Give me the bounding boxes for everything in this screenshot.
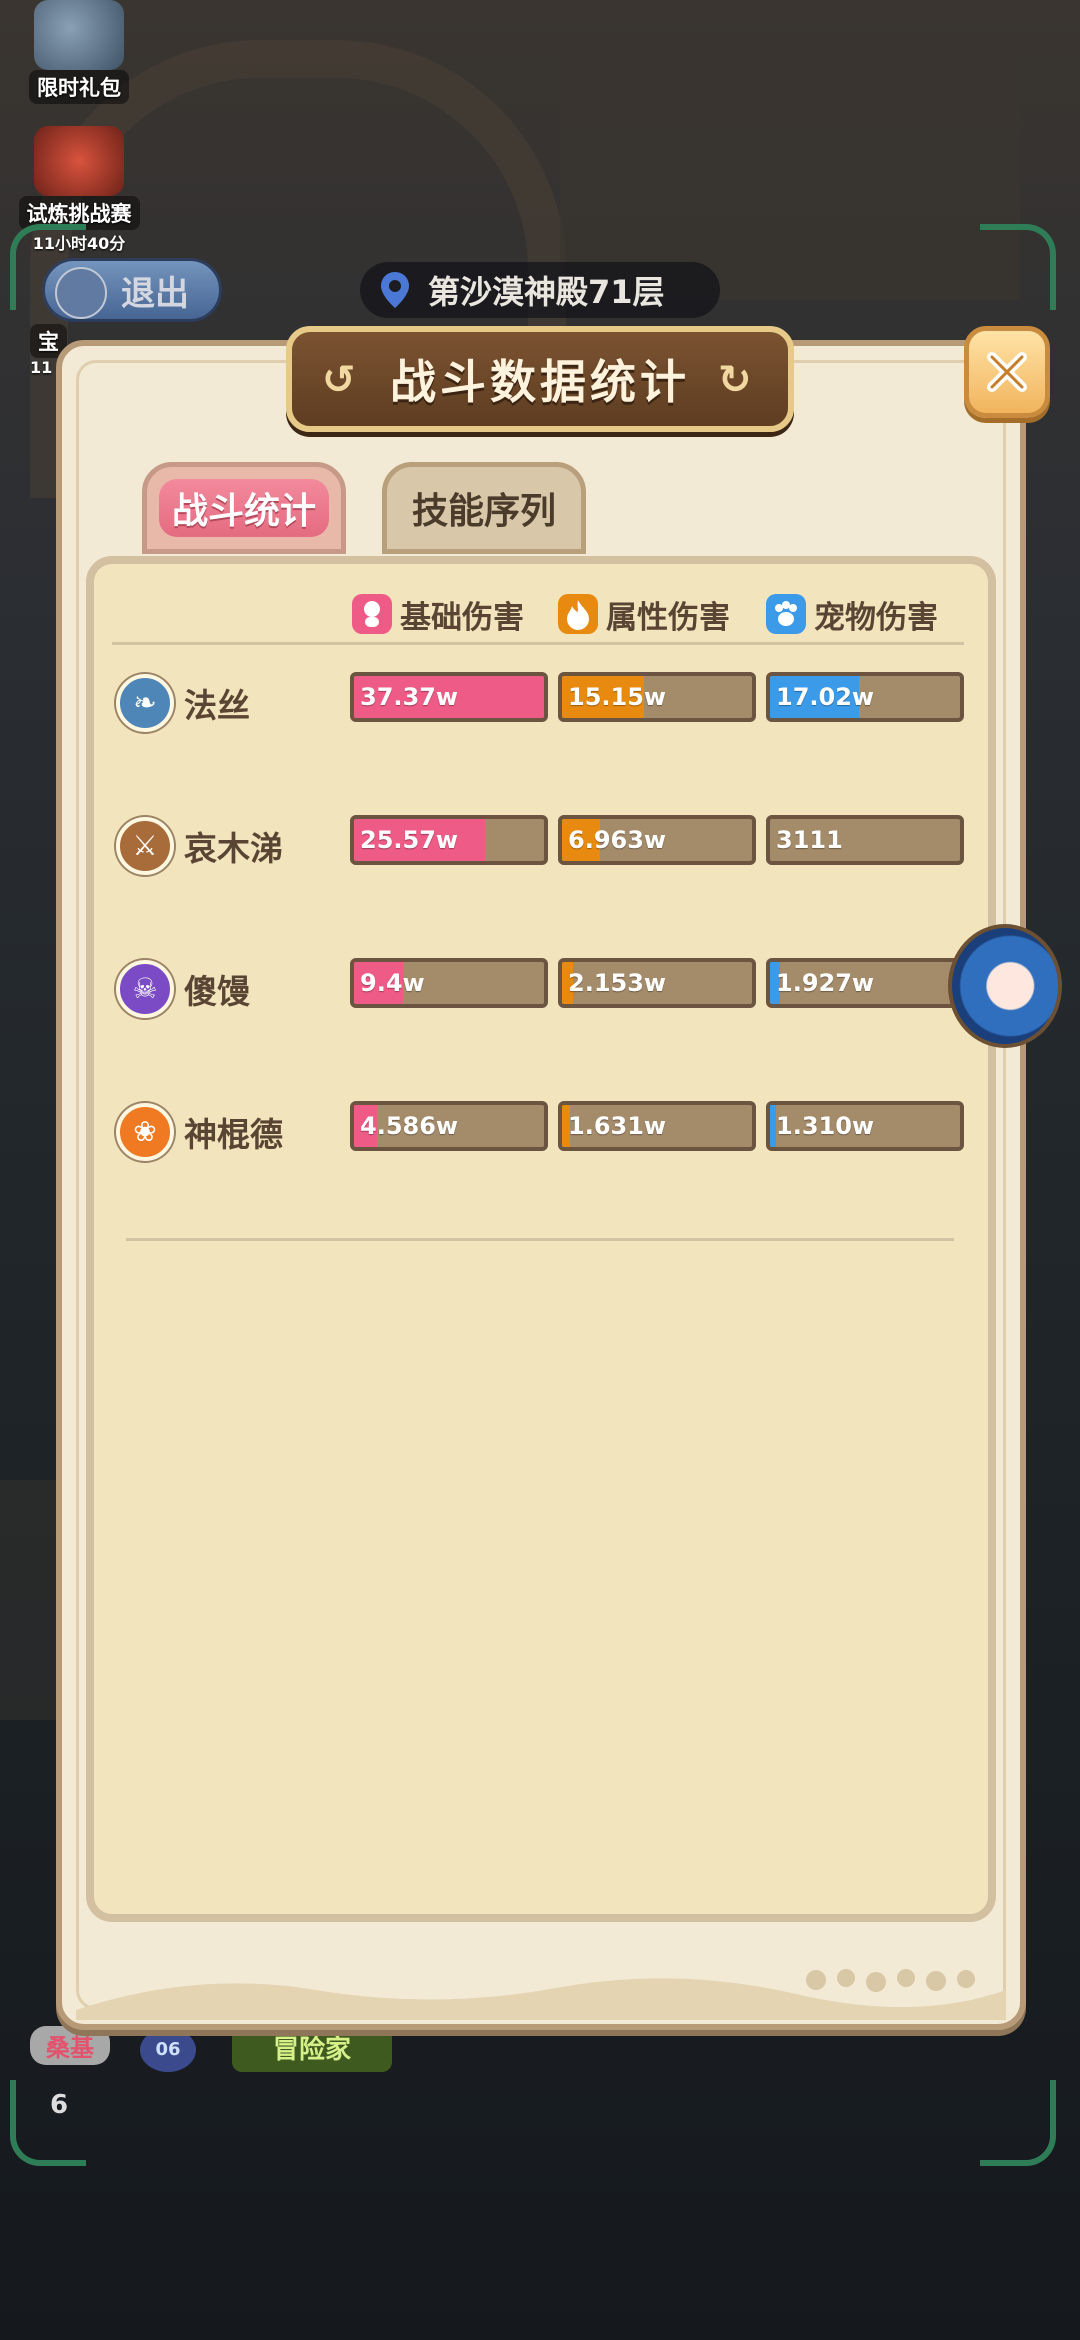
close-button[interactable]	[964, 326, 1050, 418]
damage-bar-fill	[770, 1105, 776, 1147]
player-row: ❀ 神棍德	[116, 1099, 283, 1165]
damage-value: 1.927w	[776, 969, 875, 997]
adventurer-title-badge: 冒险家	[232, 2028, 392, 2072]
gift-pack-icon	[34, 0, 124, 70]
bottom-number: 6	[50, 2090, 69, 2120]
column-label: 宠物伤害	[814, 599, 938, 636]
damage-bar: 4.586w	[350, 1101, 548, 1151]
column-label: 基础伤害	[400, 599, 524, 636]
player-name: 傻馒	[184, 972, 250, 1011]
frame-corner-bottom-right	[980, 2080, 1056, 2166]
column-header-pet-damage: 宠物伤害	[766, 592, 938, 636]
damage-value: 15.15w	[568, 683, 667, 711]
damage-value: 3111	[776, 826, 843, 854]
player-name: 神棍德	[184, 1115, 283, 1154]
location-text: 第沙漠神殿71层	[428, 273, 665, 311]
damage-bar: 6.963w	[558, 815, 756, 865]
crossed-swords-class-icon: ⚔	[116, 817, 174, 875]
fire-icon	[558, 594, 598, 634]
damage-bar: 1.631w	[558, 1101, 756, 1151]
damage-value: 6.963w	[568, 826, 667, 854]
damage-value: 1.631w	[568, 1112, 667, 1140]
damage-bar: 17.02w	[766, 672, 964, 722]
tab-battle-stats[interactable]: 战斗统计	[142, 462, 346, 554]
background-rock	[0, 1480, 60, 1720]
damage-bar: 2.153w	[558, 958, 756, 1008]
damage-bar: 3111	[766, 815, 964, 865]
swirl-left-icon: ↺	[322, 357, 356, 403]
limited-gift-pack-widget[interactable]: 限时礼包	[14, 0, 144, 104]
level-badge: 06	[140, 2028, 196, 2072]
paw-class-icon: ❀	[116, 1103, 174, 1161]
player-row: ⚔ 哀木涕	[116, 813, 283, 879]
damage-bar: 1.927w	[766, 958, 964, 1008]
damage-value: 17.02w	[776, 683, 875, 711]
damage-value: 4.586w	[360, 1112, 459, 1140]
exit-label: 退出	[121, 273, 189, 314]
table-bottom-divider	[126, 1238, 954, 1241]
damage-value: 2.153w	[568, 969, 667, 997]
player-row: ☠ 傻馒	[116, 956, 250, 1022]
damage-bar: 25.57w	[350, 815, 548, 865]
panel-title: 战斗数据统计	[390, 355, 690, 409]
column-label: 属性伤害	[606, 599, 730, 636]
frame-corner-bottom-left	[10, 2080, 86, 2166]
header-divider	[112, 642, 964, 645]
close-x-icon	[987, 352, 1027, 392]
location-pin-icon	[381, 272, 409, 308]
tab-skill-sequence[interactable]: 技能序列	[382, 462, 586, 554]
footer-landscape-decoration	[76, 1969, 1006, 2020]
background-rock	[560, 40, 1020, 300]
swirl-right-icon: ↻	[718, 357, 752, 403]
panel-title-banner: ↺ 战斗数据统计 ↻	[286, 326, 794, 432]
damage-bar: 9.4w	[350, 958, 548, 1008]
skull-class-icon: ☠	[116, 960, 174, 1018]
damage-value: 1.310w	[776, 1112, 875, 1140]
paw-icon	[766, 594, 806, 634]
location-pill: 第沙漠神殿71层	[360, 262, 720, 318]
player-name: 法丝	[184, 686, 250, 725]
frame-corner-top-right	[980, 224, 1056, 310]
widget-sub: 11	[30, 358, 53, 377]
tab-label: 战斗统计	[171, 491, 316, 532]
person-icon	[352, 594, 392, 634]
player-name: 哀木涕	[184, 829, 283, 868]
player-tag: 桑基	[30, 2026, 110, 2065]
damage-bar: 15.15w	[558, 672, 756, 722]
column-header-basic-damage: 基础伤害	[352, 592, 524, 636]
tab-label: 技能序列	[411, 491, 556, 532]
feather-class-icon: ❧	[116, 674, 174, 732]
demon-boss-icon	[34, 126, 124, 196]
damage-value: 37.37w	[360, 683, 459, 711]
damage-value: 9.4w	[360, 969, 425, 997]
character-avatar[interactable]	[948, 924, 1062, 1048]
damage-value: 25.57w	[360, 826, 459, 854]
damage-bar: 37.37w	[350, 672, 548, 722]
column-header-element-damage: 属性伤害	[558, 592, 730, 636]
damage-bar: 1.310w	[766, 1101, 964, 1151]
widget-label: 限时礼包	[29, 70, 129, 104]
frame-corner-top-left	[10, 224, 86, 310]
player-row: ❧ 法丝	[116, 670, 250, 736]
